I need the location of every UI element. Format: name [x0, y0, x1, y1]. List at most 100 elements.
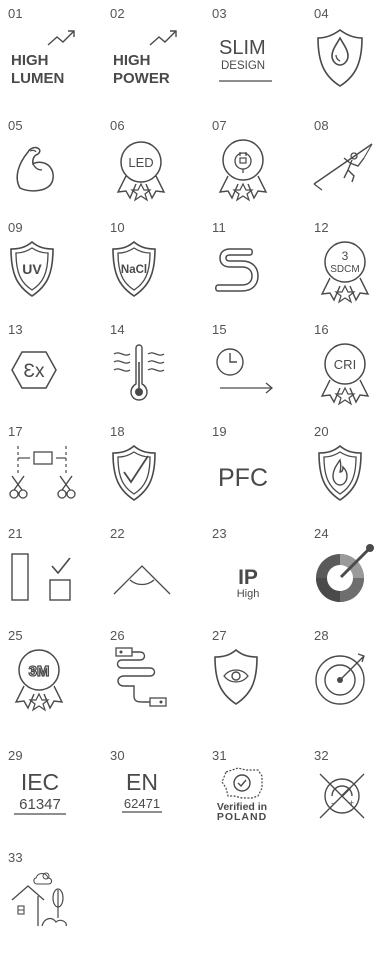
cri-text: CRI	[334, 357, 356, 372]
outdoor-home-icon	[11, 872, 67, 927]
feature-number: 14	[110, 322, 125, 337]
feature-cell-15: 15	[212, 322, 302, 432]
feature-cell-08: 08	[313, 118, 376, 228]
sdcm-badge-icon: 3 SDCM	[320, 241, 370, 304]
feature-cell-30: 30 EN 62471	[110, 748, 200, 858]
water-drop-shield-icon	[317, 29, 363, 87]
cable-connector-icon	[115, 647, 167, 707]
feature-cell-04: 04	[314, 6, 376, 116]
slim-text: SLIM	[219, 37, 266, 59]
feature-cell-17: 17	[8, 424, 98, 534]
feature-cell-24: 24	[314, 526, 376, 636]
feature-number: 24	[314, 526, 329, 541]
en-number: 62471	[124, 796, 160, 811]
feature-cell-20: 20	[314, 424, 376, 534]
feature-number: 23	[212, 526, 227, 541]
feature-cell-33: 33	[8, 850, 98, 960]
pfc-icon: PFC	[218, 464, 268, 492]
uv-text: UV	[22, 261, 42, 277]
check-shield-icon	[112, 444, 156, 501]
feature-number: 01	[8, 6, 23, 21]
feature-cell-01: 01 HIGH LUMEN	[8, 6, 98, 116]
feature-number: 08	[314, 118, 329, 133]
iec-number: 61347	[19, 796, 61, 813]
feature-cell-07: 07	[212, 118, 302, 228]
feature-cell-18: 18	[110, 424, 200, 534]
feature-number: 19	[212, 424, 227, 439]
color-wheel-icon	[316, 544, 374, 602]
feature-cell-10: 10 NaCl	[110, 220, 200, 330]
feature-number: 26	[110, 628, 125, 643]
feature-cell-19: 19 PFC	[212, 424, 302, 534]
beam-angle-icon	[113, 565, 171, 595]
no-dimming-icon: - +	[319, 773, 365, 819]
eye-shield-icon	[214, 648, 258, 705]
feature-number: 25	[8, 628, 23, 643]
feature-cell-26: 26	[110, 628, 200, 738]
thermometer-icon	[113, 344, 165, 401]
high-power-icon: HIGH POWER	[113, 30, 177, 87]
en-icon: EN 62471	[122, 769, 162, 813]
feature-cell-13: 13 Ɛx	[8, 322, 98, 432]
iec-text: IEC	[21, 769, 59, 795]
sdcm-text: SDCM	[330, 264, 359, 275]
led-text: LED	[128, 155, 153, 170]
feature-number: 16	[314, 322, 329, 337]
feature-number: 13	[8, 322, 23, 337]
feature-number: 05	[8, 118, 23, 133]
feature-number: 06	[110, 118, 125, 133]
led-badge-icon: LED	[116, 141, 166, 202]
3m-badge-icon: 3M	[14, 649, 64, 712]
feature-cell-11: 11	[212, 220, 302, 330]
flexible-cable-icon	[215, 248, 259, 292]
feature-number: 33	[8, 850, 23, 865]
high-lumen-line1: HIGH	[11, 52, 49, 69]
feature-cell-09: 09 UV	[8, 220, 98, 330]
ex-text: Ɛx	[24, 361, 45, 382]
feature-cell-32: 32 - +	[314, 748, 376, 858]
feature-cell-29: 29 IEC 61347	[8, 748, 98, 858]
cut-scissors-icon	[9, 446, 76, 499]
feature-number: 30	[110, 748, 125, 763]
feature-number: 02	[110, 6, 125, 21]
nacl-text: NaCl	[121, 264, 147, 276]
high-lumen-line2: LUMEN	[11, 70, 64, 87]
feature-number: 12	[314, 220, 329, 235]
feature-number: 07	[212, 118, 227, 133]
high-power-line2: POWER	[113, 70, 170, 87]
feature-cell-12: 12 3 SDCM	[314, 220, 376, 330]
feature-number: 21	[8, 526, 23, 541]
nacl-shield-icon: NaCl	[112, 240, 156, 297]
feature-number: 10	[110, 220, 125, 235]
cri-badge-icon: CRI	[320, 343, 370, 406]
poland-text: POLAND	[217, 811, 267, 823]
climber-icon	[313, 143, 373, 191]
plug-badge-icon	[218, 139, 268, 202]
feature-number: 31	[212, 748, 227, 763]
feature-cell-03: 03 SLIM DESIGN	[212, 6, 302, 116]
iec-icon: IEC 61347	[14, 769, 66, 815]
feature-number: 20	[314, 424, 329, 439]
ip-text: IP	[238, 566, 258, 589]
design-text: DESIGN	[221, 60, 265, 72]
high-lumen-icon: HIGH LUMEN	[11, 30, 75, 87]
feature-number: 11	[212, 220, 226, 235]
pfc-text: PFC	[218, 464, 268, 492]
feature-number: 32	[314, 748, 329, 763]
target-icon	[315, 653, 365, 705]
feature-cell-21: 21	[8, 526, 98, 636]
feature-cell-25: 25 3M	[8, 628, 98, 738]
feature-cell-06: 06 LED	[110, 118, 200, 228]
feature-cell-14: 14	[110, 322, 200, 432]
feature-cell-22: 22	[110, 526, 200, 636]
uv-shield-icon: UV	[10, 240, 54, 297]
feature-cell-23: 23 IP High	[212, 526, 302, 636]
feature-number: 29	[8, 748, 23, 763]
slim-design-icon: SLIM DESIGN	[219, 37, 272, 82]
3m-text: 3M	[29, 663, 50, 680]
feature-cell-28: 28	[314, 628, 376, 738]
feature-cell-02: 02 HIGH POWER	[110, 6, 200, 116]
feature-number: 09	[8, 220, 23, 235]
high-power-line1: HIGH	[113, 52, 151, 69]
feature-number: 28	[314, 628, 329, 643]
